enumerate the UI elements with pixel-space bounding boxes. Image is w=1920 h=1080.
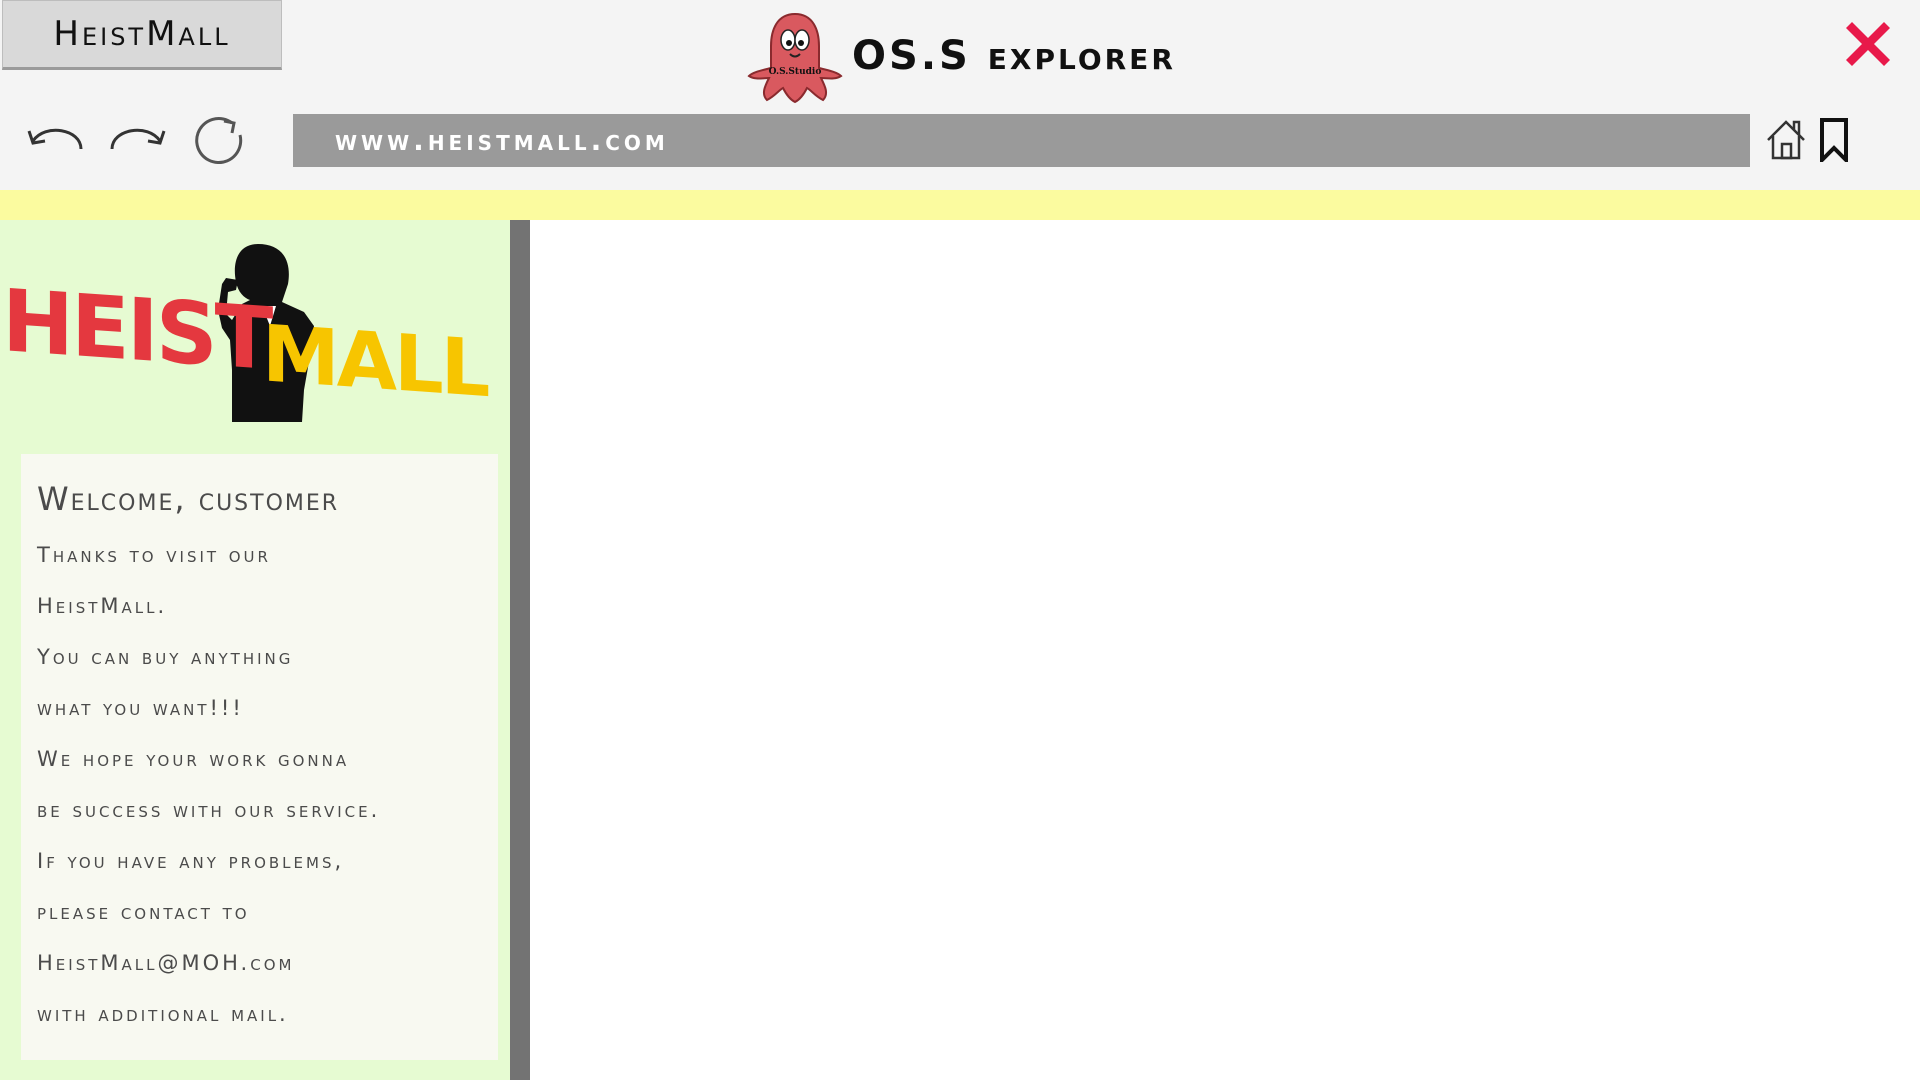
logo-mall-text: MALL [262,309,489,415]
address-bar[interactable] [293,114,1750,167]
bookmark-icon[interactable] [1818,118,1850,162]
welcome-line: HeistMall. [37,594,168,618]
welcome-line: We hope your work gonna [37,747,350,771]
logo-text: O.S.Studio [769,67,822,77]
refresh-icon[interactable] [188,113,250,169]
contact-email[interactable]: HeistMall@MOH.com [37,950,498,1001]
heistmall-logo: HEIST MALL [2,244,489,422]
logo-heist-text: HEIST [2,271,274,390]
welcome-line: You can buy anything [37,645,294,669]
welcome-panel: Welcome, customer Thanks to visit our He… [21,454,498,1060]
welcome-line: please contact to [37,900,250,924]
welcome-line: If you have any problems, [37,849,345,873]
ghost-mascot-icon: O.S.Studio [747,12,843,104]
app-title: OS.S explorer [852,33,1176,79]
tab-heistmall[interactable]: HeistMall [2,0,282,70]
undo-arrow-icon[interactable] [25,113,87,169]
welcome-line: be success with our service. [37,798,381,822]
close-x-icon[interactable] [1838,14,1898,74]
home-icon[interactable] [1764,116,1808,162]
page-content-area[interactable] [530,220,1920,1080]
url-input[interactable] [333,123,1750,158]
welcome-line: what you want!!! [37,696,244,720]
highlight-strip [0,190,1920,220]
sidebar-divider[interactable] [510,220,530,1080]
welcome-line: Thanks to visit our [37,543,271,567]
welcome-title: Welcome, customer [37,480,340,518]
browser-titlebar: HeistMall O.S.Studio OS.S explorer [0,0,1920,190]
welcome-line: with additional mail. [37,1002,289,1026]
redo-arrow-icon[interactable] [106,113,168,169]
